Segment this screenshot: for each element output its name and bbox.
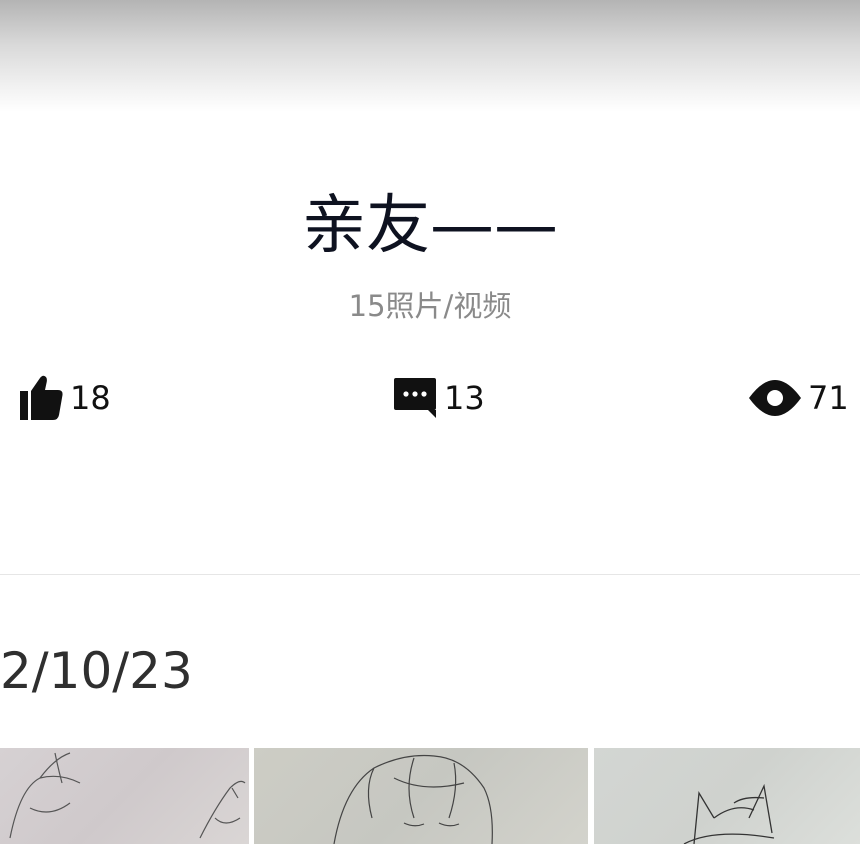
comment-icon	[392, 376, 438, 420]
header-gradient	[0, 0, 860, 112]
photo-thumbnail[interactable]	[594, 748, 860, 844]
like-count: 18	[70, 379, 111, 417]
comment-count: 13	[444, 379, 485, 417]
album-page: 亲友—— 15照片/视频 18 13 71 2/10/23	[0, 0, 860, 844]
photo-thumbnail[interactable]	[254, 748, 588, 844]
photo-thumbnail[interactable]	[0, 748, 249, 844]
views-stat: 71	[748, 372, 849, 424]
thumbs-up-icon	[18, 374, 64, 422]
album-item-count: 15照片/视频	[348, 289, 512, 323]
eye-icon	[748, 378, 802, 418]
like-button[interactable]: 18	[18, 372, 111, 424]
view-count: 71	[808, 379, 849, 417]
comment-button[interactable]: 13	[392, 372, 485, 424]
album-title: 亲友——	[302, 189, 558, 263]
section-divider	[0, 574, 860, 575]
date-header: 2/10/23	[0, 642, 193, 700]
